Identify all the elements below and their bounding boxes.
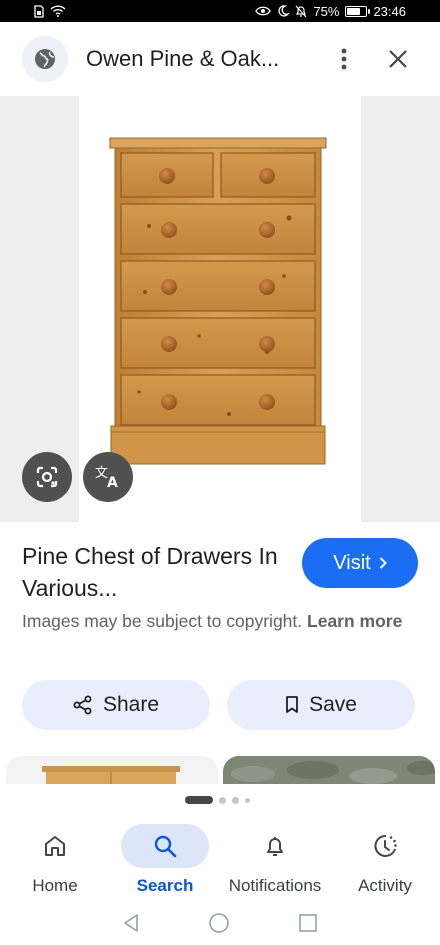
chevron-right-icon [379,557,387,569]
pager-dot [219,796,226,804]
product-title[interactable]: Pine Chest of Drawers In Various... [22,540,292,604]
bell-icon [267,837,283,856]
save-button[interactable]: Save [227,680,415,730]
learn-more-link[interactable]: Learn more [307,611,402,631]
pager-dots [185,796,250,804]
system-navigation [0,900,440,945]
related-image-2[interactable] [223,756,435,786]
bottom-navigation: Home Search Notifications Activity [0,818,440,898]
nav-activity[interactable]: Activity [330,818,440,898]
moon-icon [278,5,290,17]
share-icon [73,695,92,715]
close-button[interactable] [378,39,418,79]
save-label: Save [309,693,357,716]
nav-home-label: Home [32,876,78,895]
wifi-icon [50,5,66,17]
copyright-text: Images may be subject to copyright. [22,611,303,631]
nav-search-label: Search [136,876,194,895]
related-stone-wall-image [223,756,435,786]
site-avatar[interactable] [22,36,68,82]
nav-notifications-label: Notifications [228,876,322,895]
nav-search[interactable]: Search [110,818,220,898]
bookmark-icon [286,696,298,713]
nav-home[interactable]: Home [0,818,110,898]
nav-notifications[interactable]: Notifications [220,818,330,898]
back-icon[interactable] [122,913,140,933]
google-lens-icon [36,466,58,488]
eye-comfort-icon [255,6,272,16]
site-title[interactable]: Owen Pine & Oak... [86,46,324,72]
related-furniture-image [42,766,180,786]
nav-activity-label: Activity [358,876,412,895]
globe-icon [35,49,55,69]
page-header: Owen Pine & Oak... [0,22,440,96]
image-viewer[interactable] [0,96,440,522]
share-label: Share [102,693,160,716]
visit-label: Visit [333,551,371,574]
translate-button[interactable]: 文 A [83,452,133,502]
recents-icon[interactable] [298,913,318,933]
related-image-1[interactable] [6,756,218,786]
close-icon [389,50,407,68]
home-circle-icon[interactable] [208,912,230,934]
more-options-button[interactable] [324,39,364,79]
copyright-notice: Images may be subject to copyright. Lear… [22,608,422,634]
search-icon [154,835,177,858]
pager-dot [245,797,250,803]
status-time: 23:46 [373,3,406,19]
visit-button[interactable]: Visit [302,538,418,588]
activity-icon [374,834,397,857]
bell-off-icon [295,5,307,17]
home-icon [45,836,65,856]
battery-icon [345,5,371,17]
status-bar: 75% 23:46 [0,0,440,22]
pager-dot [232,796,239,804]
share-button[interactable]: Share [22,680,210,730]
sim-icon [34,4,44,18]
svg-text:A: A [107,475,118,490]
battery-percent: 75% [313,3,340,19]
related-images [0,756,440,786]
pager-dot-active [185,796,213,804]
more-vert-icon [341,48,347,70]
google-lens-button[interactable] [22,452,72,502]
translate-icon: 文 A [95,466,118,490]
